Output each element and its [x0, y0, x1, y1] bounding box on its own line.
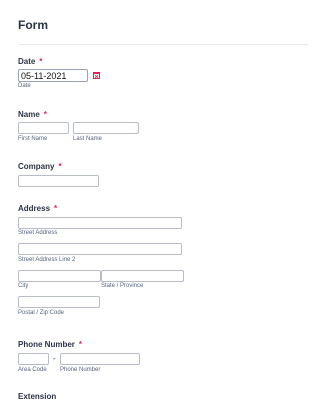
form-page: Form Date* Date Name* First Name Last Na…: [0, 0, 325, 400]
address-label-text: Address: [18, 204, 51, 213]
company-input[interactable]: [18, 175, 99, 187]
phone-number-sublabel: Phone Number: [60, 367, 101, 373]
phone-required-mark: *: [78, 340, 83, 349]
street-address-line2-input[interactable]: [18, 243, 182, 255]
date-sublabel: Date: [18, 83, 31, 89]
company-label-text: Company: [18, 162, 55, 171]
state-province-input[interactable]: [101, 270, 184, 282]
phone-number-label: Phone Number *: [18, 340, 82, 349]
name-required-mark: *: [43, 110, 47, 119]
date-label-text: Date: [18, 57, 36, 66]
phone-separator: -: [53, 354, 56, 363]
phone-number-label-text: Phone Number: [18, 340, 75, 349]
area-code-sublabel: Area Code: [18, 367, 47, 373]
street-address-sublabel: Street Address: [18, 230, 58, 236]
title-divider: [18, 44, 308, 45]
city-input[interactable]: [18, 270, 101, 282]
form-title: Form: [18, 18, 48, 32]
extension-label: Extension: [18, 392, 57, 400]
first-name-input[interactable]: [18, 122, 69, 134]
date-required-mark: *: [39, 57, 43, 66]
street-address-input[interactable]: [18, 217, 182, 229]
name-label-text: Name: [18, 110, 40, 119]
name-label: Name *: [18, 110, 47, 119]
calendar-icon[interactable]: [93, 72, 100, 79]
last-name-sublabel: Last Name: [73, 136, 103, 142]
company-label: Company *: [18, 162, 62, 171]
street-address-line2-sublabel: Street Address Line 2: [18, 257, 76, 263]
postal-code-sublabel: Postal / Zip Code: [18, 310, 65, 316]
phone-number-input[interactable]: [60, 353, 140, 365]
last-name-input[interactable]: [73, 122, 139, 134]
area-code-input[interactable]: [18, 353, 49, 365]
date-label: Date *: [18, 57, 42, 66]
first-name-sublabel: First Name: [18, 136, 48, 142]
date-input[interactable]: [18, 69, 88, 82]
address-label: Address *: [18, 204, 57, 213]
postal-code-input[interactable]: [18, 296, 100, 308]
state-province-sublabel: State / Province: [101, 283, 144, 289]
address-required-mark: *: [54, 204, 58, 213]
city-sublabel: City: [18, 283, 29, 289]
company-required-mark: *: [58, 162, 62, 171]
